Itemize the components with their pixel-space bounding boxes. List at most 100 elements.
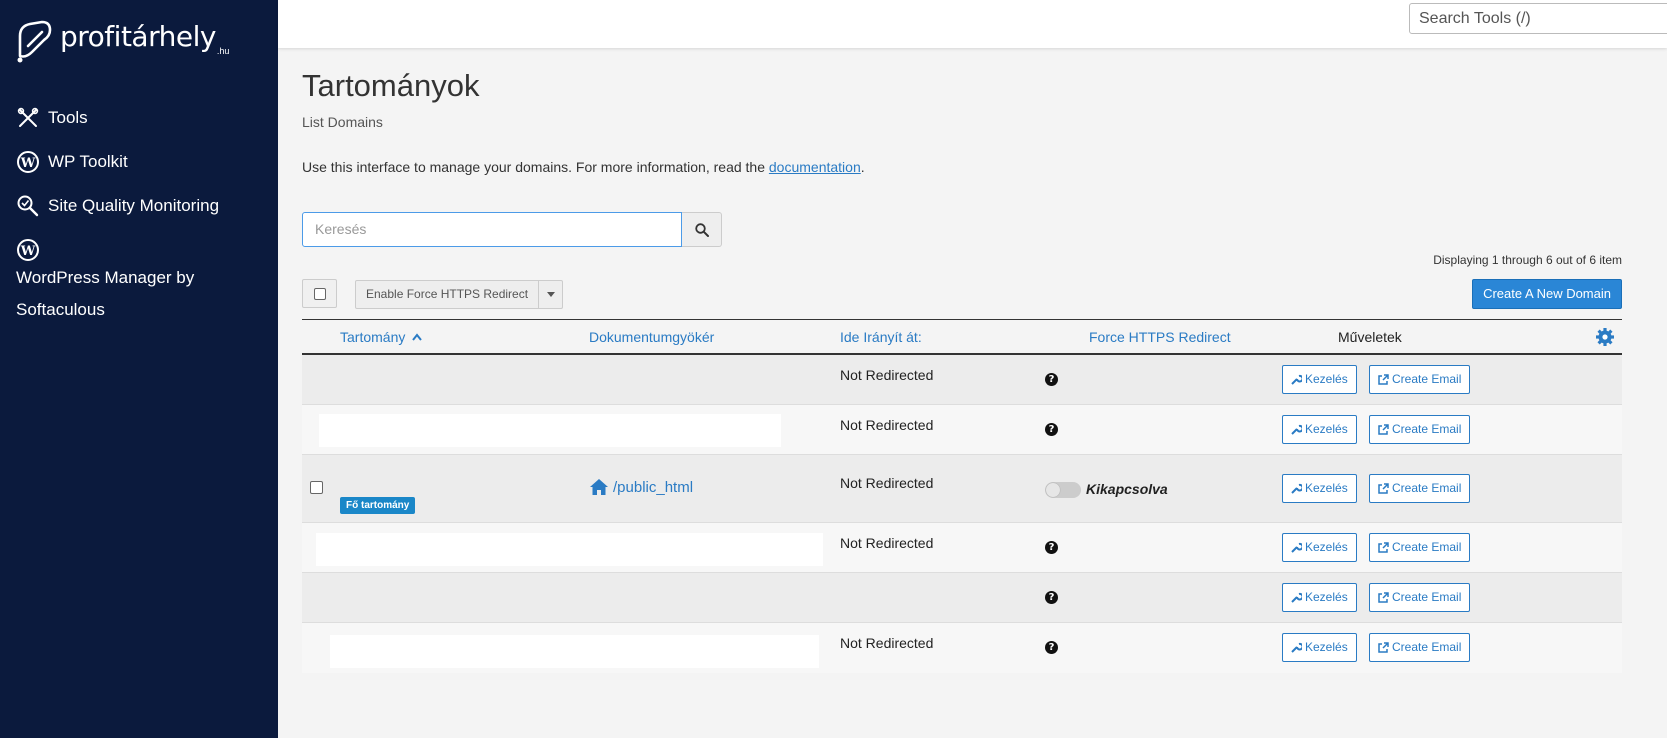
redirect-value: Not Redirected	[840, 635, 934, 651]
tools-icon	[17, 107, 39, 127]
manage-button[interactable]: Kezelés	[1282, 533, 1357, 562]
redacted-area	[330, 635, 819, 668]
row-checkbox[interactable]	[310, 481, 323, 494]
manage-label: Kezelés	[1305, 481, 1348, 495]
domain-search-input[interactable]: Keresés	[302, 212, 682, 247]
intro-text-body: Use this interface to manage your domain…	[302, 159, 769, 175]
search-button[interactable]	[682, 212, 722, 247]
docroot-link[interactable]: /public_html	[589, 478, 693, 496]
wrench-icon	[1291, 592, 1302, 603]
column-header-redirect[interactable]: Ide Irányít át:	[840, 329, 922, 345]
column-header-domain[interactable]: Tartomány	[340, 329, 423, 345]
https-action-group: Enable Force HTTPS Redirect	[355, 280, 564, 309]
sidebar-item-tools[interactable]: Tools	[0, 96, 278, 140]
search-icon	[694, 222, 709, 237]
manage-button[interactable]: Kezelés	[1282, 474, 1357, 503]
checkbox-box	[313, 287, 326, 300]
wrench-icon	[1291, 542, 1302, 553]
caret-down-icon	[546, 292, 555, 297]
domain-search: Keresés	[302, 212, 722, 247]
help-icon[interactable]: ?	[1045, 641, 1058, 654]
sort-asc-icon	[412, 333, 423, 341]
home-icon	[590, 479, 608, 495]
help-icon[interactable]: ?	[1045, 423, 1058, 436]
create-email-button[interactable]: Create Email	[1369, 583, 1471, 612]
manage-label: Kezelés	[1305, 540, 1348, 554]
wordpress-icon: W	[17, 151, 39, 173]
manage-label: Kezelés	[1305, 372, 1348, 386]
create-email-button[interactable]: Create Email	[1369, 633, 1471, 662]
manage-label: Kezelés	[1305, 640, 1348, 654]
create-email-button[interactable]: Create Email	[1369, 533, 1471, 562]
redirect-value: Not Redirected	[840, 417, 934, 433]
intro-text-end: .	[860, 159, 865, 175]
force-https-toggle[interactable]	[1045, 482, 1081, 498]
sidebar-item-wordpress-manager[interactable]: W WordPress Manager by Softaculous	[0, 228, 278, 332]
create-email-button[interactable]: Create Email	[1369, 415, 1471, 444]
column-header-https[interactable]: Force HTTPS Redirect	[1089, 329, 1231, 345]
table-row: Not Redirected ? Kezelés Create Email	[302, 623, 1622, 673]
table-row: Fő tartomány /public_html Not Redirected…	[302, 455, 1622, 523]
logo-icon	[17, 20, 52, 63]
external-link-icon	[1378, 542, 1389, 553]
sidebar-item-label-line2: Softaculous	[16, 300, 105, 319]
create-email-label: Create Email	[1392, 372, 1462, 386]
wrench-icon	[1291, 642, 1302, 653]
toggle-knob	[1046, 483, 1060, 497]
magnifier-icon	[17, 195, 39, 217]
help-icon[interactable]: ?	[1045, 541, 1058, 554]
manage-button[interactable]: Kezelés	[1282, 583, 1357, 612]
external-link-icon	[1378, 424, 1389, 435]
page-title: Tartományok	[302, 68, 480, 103]
redirect-value: Not Redirected	[840, 367, 934, 383]
main-domain-badge: Fő tartomány	[340, 497, 416, 514]
manage-button[interactable]: Kezelés	[1282, 415, 1357, 444]
external-link-icon	[1378, 374, 1389, 385]
manage-button[interactable]: Kezelés	[1282, 365, 1357, 394]
manage-label: Kezelés	[1305, 590, 1348, 604]
svg-text:W: W	[20, 244, 36, 259]
sidebar-item-label: WordPress Manager by	[16, 268, 195, 287]
create-domain-button[interactable]: Create A New Domain	[1472, 279, 1622, 309]
topbar: Search Tools (/)	[278, 0, 1667, 48]
force-https-state: Kikapcsolva	[1086, 481, 1168, 497]
redirect-value: Not Redirected	[840, 535, 934, 551]
help-icon[interactable]: ?	[1045, 591, 1058, 604]
search-tools-input[interactable]: Search Tools (/)	[1409, 3, 1667, 34]
wrench-icon	[1291, 374, 1302, 385]
sidebar-item-label: WP Toolkit	[48, 152, 128, 171]
table-row: Not Redirected ? Kezelés Create Email	[302, 523, 1622, 573]
manage-label: Kezelés	[1305, 422, 1348, 436]
create-email-label: Create Email	[1392, 422, 1462, 436]
logo-text: profitárhely	[60, 20, 216, 53]
table-toolbar: Enable Force HTTPS Redirect Create A New…	[302, 279, 1622, 311]
sidebar: profitárhely .hu Tools W WP Toolkit Site…	[0, 0, 278, 738]
external-link-icon	[1378, 592, 1389, 603]
wrench-icon	[1291, 483, 1302, 494]
domains-table: Tartomány Dokumentumgyökér Ide Irányít á…	[302, 319, 1622, 673]
docroot-label: /public_html	[613, 478, 694, 496]
table-header: Tartomány Dokumentumgyökér Ide Irányít á…	[302, 319, 1622, 355]
gear-icon[interactable]	[1595, 327, 1615, 347]
wordpress-icon: W	[17, 239, 39, 261]
sidebar-item-site-quality[interactable]: Site Quality Monitoring	[0, 184, 278, 228]
documentation-link[interactable]: documentation	[769, 159, 861, 175]
redirect-value: Not Redirected	[840, 475, 934, 491]
create-email-button[interactable]: Create Email	[1369, 365, 1471, 394]
sidebar-nav: Tools W WP Toolkit Site Quality Monitori…	[0, 96, 278, 332]
logo[interactable]: profitárhely .hu	[14, 16, 229, 64]
logo-suffix: .hu	[216, 46, 230, 56]
enable-force-https-button[interactable]: Enable Force HTTPS Redirect	[355, 280, 540, 309]
redacted-area	[316, 533, 823, 566]
sidebar-item-wp-toolkit[interactable]: W WP Toolkit	[0, 140, 278, 184]
sidebar-item-label: Tools	[48, 108, 88, 127]
create-email-button[interactable]: Create Email	[1369, 474, 1471, 503]
table-row: Not Redirected ? Kezelés Create Email	[302, 355, 1622, 405]
create-email-label: Create Email	[1392, 590, 1462, 604]
external-link-icon	[1378, 483, 1389, 494]
column-header-docroot[interactable]: Dokumentumgyökér	[589, 329, 714, 345]
help-icon[interactable]: ?	[1045, 373, 1058, 386]
https-dropdown-toggle[interactable]	[539, 280, 564, 309]
select-all-checkbox[interactable]	[302, 279, 337, 308]
manage-button[interactable]: Kezelés	[1282, 633, 1357, 662]
